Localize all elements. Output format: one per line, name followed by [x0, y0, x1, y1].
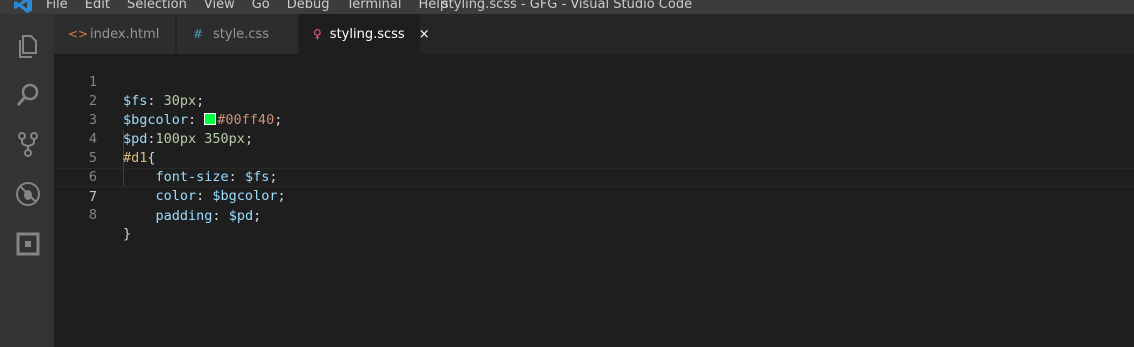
- menu-debug[interactable]: Debug: [287, 0, 330, 11]
- source-control-icon[interactable]: [14, 130, 42, 158]
- code-line[interactable]: 2 $bgcolor: #00ff40;: [54, 73, 1134, 128]
- code-line[interactable]: 6 color: $bgcolor;: [54, 149, 1134, 204]
- code-line[interactable]: 3 $pd:100px 350px;: [54, 92, 1134, 147]
- tab-style-css[interactable]: # style.css: [177, 14, 298, 54]
- close-icon[interactable]: ×: [419, 27, 430, 42]
- menu-file[interactable]: File: [46, 0, 68, 11]
- debug-icon[interactable]: [14, 180, 42, 208]
- search-icon[interactable]: [14, 81, 42, 109]
- vscode-logo-icon: [14, 0, 32, 13]
- code-text: padding: $pd;: [155, 208, 262, 224]
- menu-selection[interactable]: Selection: [127, 0, 187, 11]
- activity-bar: [0, 14, 54, 347]
- html-file-icon: <>: [68, 27, 89, 41]
- tab-index-html[interactable]: <> index.html: [54, 14, 176, 54]
- code-line[interactable]: 1 $fs: 30px;: [54, 54, 1134, 109]
- menu-help[interactable]: Help: [418, 0, 448, 11]
- code-line[interactable]: 8 }: [54, 187, 1134, 242]
- title-bar: File Edit Selection View Go Debug Termin…: [0, 0, 1134, 14]
- code-line[interactable]: 4 #d1{: [54, 111, 1134, 166]
- code-text: }: [123, 226, 132, 242]
- code-line[interactable]: 5 font-size: $fs;: [54, 130, 1134, 185]
- menu-edit[interactable]: Edit: [85, 0, 110, 11]
- line-number: 8: [88, 207, 97, 223]
- code-editor[interactable]: 1 $fs: 30px; 2 $bgcolor: #00ff40; 3 $pd:…: [54, 54, 1134, 347]
- menu-terminal[interactable]: Terminal: [347, 0, 402, 11]
- tab-label: styling.scss: [329, 26, 405, 42]
- explorer-icon[interactable]: [14, 32, 42, 60]
- tab-styling-scss[interactable]: ♀ styling.scss ×: [299, 14, 430, 54]
- menu-go[interactable]: Go: [252, 0, 270, 11]
- tab-label: index.html: [90, 26, 160, 42]
- scss-file-icon: ♀: [313, 27, 322, 41]
- tab-label: style.css: [213, 26, 269, 42]
- code-line-current[interactable]: 7 padding: $pd;: [54, 168, 1134, 224]
- editor-tabs: <> index.html # style.css ♀ styling.scss…: [54, 14, 1134, 54]
- css-file-icon: #: [192, 27, 204, 41]
- menu-bar: File Edit Selection View Go Debug Termin…: [46, 0, 465, 11]
- extensions-icon[interactable]: [14, 230, 42, 258]
- menu-view[interactable]: View: [204, 0, 235, 11]
